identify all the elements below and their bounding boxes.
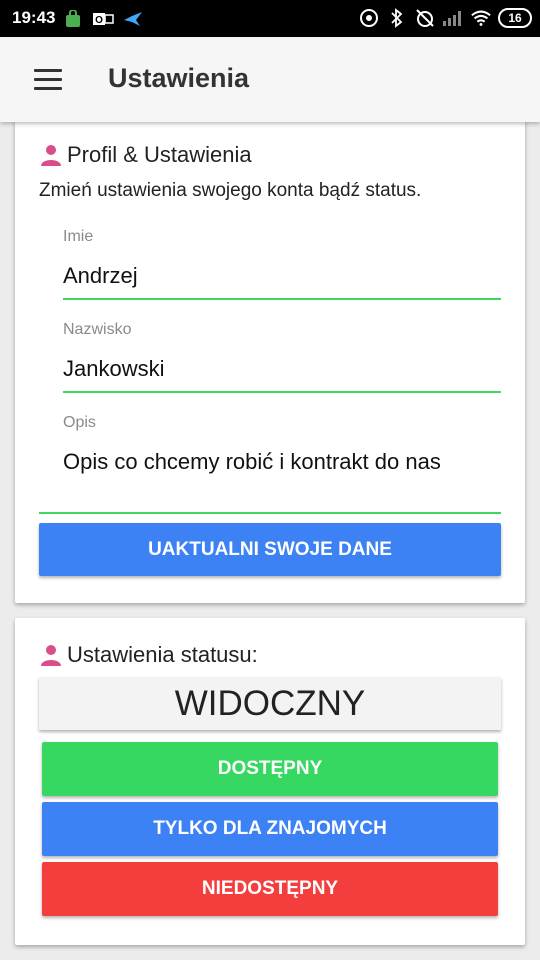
profile-card-title: Profil & Ustawienia <box>67 142 252 167</box>
description-label: Opis <box>63 414 96 431</box>
description-field[interactable]: Opis Opis co chcemy robić i kontrakt do … <box>39 414 501 516</box>
profile-card: Profil & Ustawienia Zmień ustawienia swo… <box>15 118 525 603</box>
bird-icon <box>122 8 144 30</box>
description-input[interactable]: Opis co chcemy robić i kontrakt do nas <box>63 449 441 475</box>
outlook-icon: O <box>92 8 114 30</box>
svg-text:O: O <box>95 15 103 26</box>
status-card-header: Ustawienia statusu: <box>39 642 258 668</box>
status-friends-only-button[interactable]: TYLKO DLA ZNAJOMYCH <box>42 802 498 856</box>
last-name-input[interactable]: Jankowski <box>63 356 164 382</box>
description-underline <box>39 512 501 514</box>
wifi-icon <box>470 7 492 29</box>
app-bar: Ustawienia <box>0 37 540 122</box>
current-status-display: WIDOCZNY <box>39 677 501 730</box>
status-card-title: Ustawienia statusu: <box>67 642 258 667</box>
menu-button[interactable] <box>28 63 68 97</box>
last-name-underline <box>63 391 501 393</box>
first-name-underline <box>63 298 501 300</box>
first-name-label: Imie <box>63 228 94 245</box>
first-name-field[interactable]: Imie Andrzej <box>63 228 501 302</box>
profile-card-header: Profil & Ustawienia <box>39 142 252 168</box>
hotspot-icon <box>358 7 380 29</box>
last-name-label: Nazwisko <box>63 321 132 338</box>
bluetooth-icon <box>386 7 408 29</box>
page-title: Ustawienia <box>108 63 250 93</box>
status-bar: 19:43 O 16 <box>0 0 540 37</box>
profile-card-subtitle: Zmień ustawienia swojego konta bądź stat… <box>39 180 422 201</box>
update-data-button[interactable]: UAKTUALNI SWOJE DANE <box>39 523 501 576</box>
last-name-field[interactable]: Nazwisko Jankowski <box>63 321 501 395</box>
alarm-off-icon <box>414 7 436 29</box>
status-available-button[interactable]: DOSTĘPNY <box>42 742 498 796</box>
battery-icon: 16 <box>498 8 532 28</box>
status-card: Ustawienia statusu: WIDOCZNY DOSTĘPNY TY… <box>15 618 525 945</box>
first-name-input[interactable]: Andrzej <box>63 263 138 289</box>
signal-icon <box>442 7 464 29</box>
status-unavailable-button[interactable]: NIEDOSTĘPNY <box>42 862 498 916</box>
person-icon <box>41 145 61 166</box>
person-icon <box>41 645 61 666</box>
shopping-bag-icon <box>62 8 84 30</box>
status-time: 19:43 <box>12 8 56 27</box>
